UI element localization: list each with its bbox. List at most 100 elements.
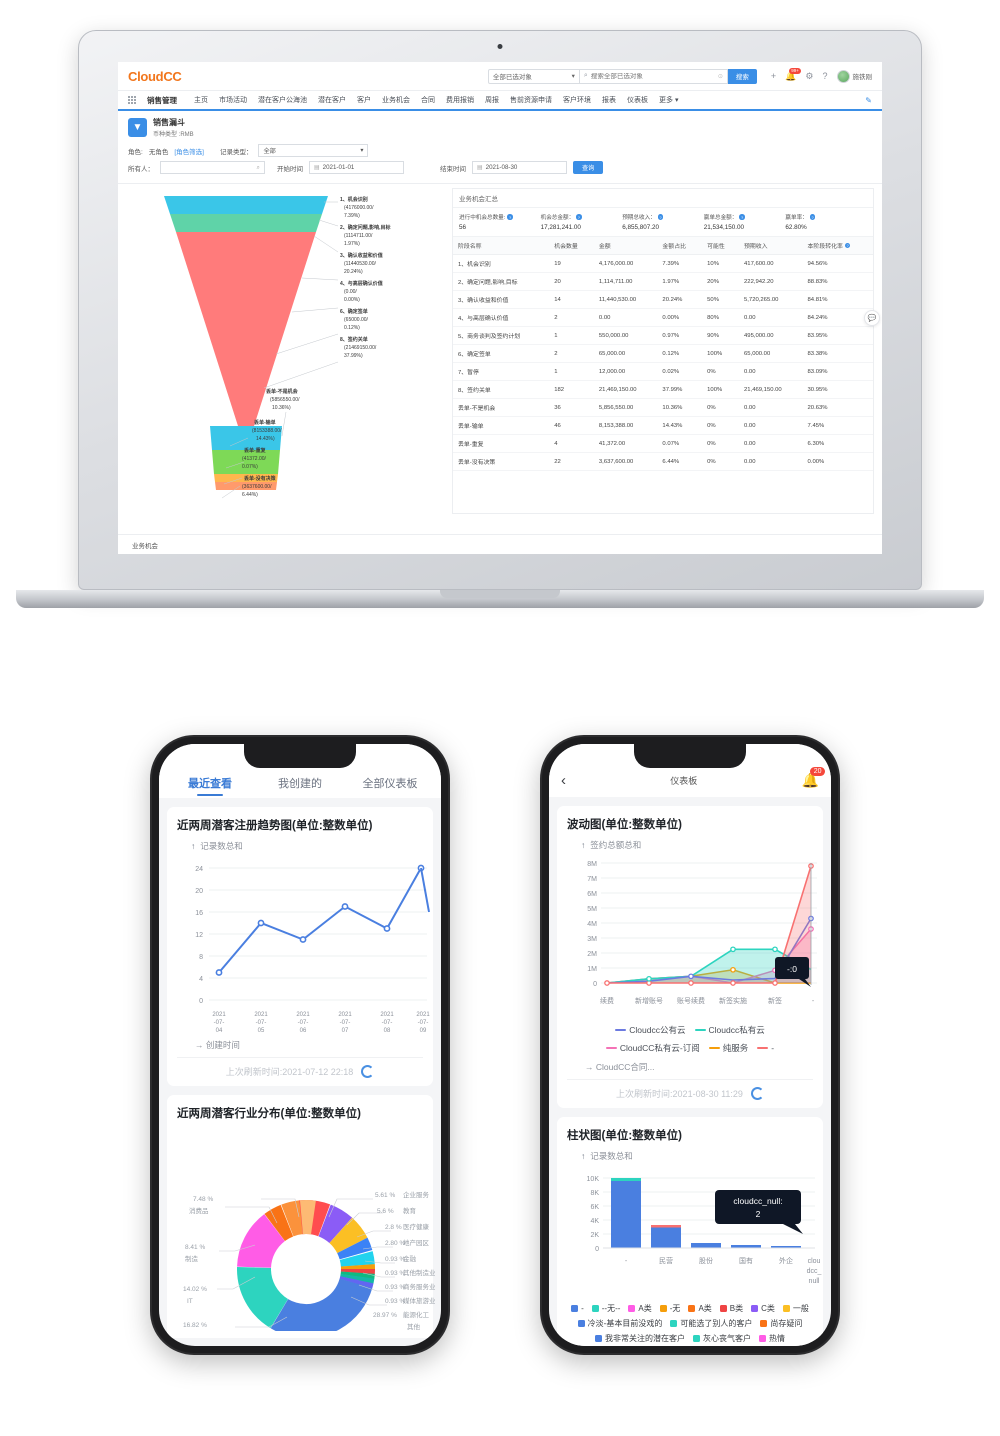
svg-text:-07-: -07-	[298, 1020, 309, 1026]
record-type-select[interactable]: 全部 ▾	[258, 144, 369, 157]
object-selector[interactable]: 全部已选对象 ▾	[487, 68, 580, 84]
clear-search-icon[interactable]: ⊙	[718, 73, 723, 80]
col-header-5[interactable]: 预期收入	[739, 237, 803, 255]
legend-item-2[interactable]: A类	[628, 1303, 652, 1314]
legend-item-12[interactable]: 灰心丧气客户	[693, 1333, 751, 1344]
card-wave-chart[interactable]: 波动图(单位:整数单位) ↑ 签约总额总和 8M 7M 6M 5M 4M 3M …	[557, 806, 823, 1108]
legend-item-8[interactable]: 冷淡-基本目前没戏的	[577, 1318, 662, 1329]
nav-item-7[interactable]: 费用报销	[446, 95, 474, 105]
help-icon[interactable]: ?	[507, 214, 513, 220]
nav-more[interactable]: 更多 ▾	[659, 95, 678, 105]
table-row[interactable]: 7、暂停 1 12,000.00 0.02% 0% 0.00 83.09%	[453, 362, 873, 381]
table-row[interactable]: 2、确定问题,影响,目标 20 1,114,711.00 1.97% 20% 222,94…	[453, 272, 873, 291]
funnel-label-2: 3、确认收益和价值 (11440530.00/ 20.24%)	[340, 252, 383, 275]
table-row[interactable]: 5、商务谈判及签约计划 1 550,000.00 0.97% 90% 495,000.00…	[453, 326, 873, 345]
col-header-0[interactable]: 阶段名称	[453, 237, 550, 255]
help-icon[interactable]: ?	[576, 214, 582, 220]
tab-all-dashboards[interactable]: 全部仪表板	[345, 770, 435, 798]
cloudcc-logo[interactable]: CloudCC	[128, 69, 182, 84]
nav-item-3[interactable]: 潜在客户	[318, 95, 346, 105]
table-row[interactable]: 4、与高层确认价值 2 0.00 0.00% 80% 0.00 84.24%	[453, 308, 873, 327]
nav-item-5[interactable]: 业务机会	[382, 95, 410, 105]
funnel-label-9: 丢单-没有决策 (3637600.00/ 6.44%)	[242, 475, 277, 498]
global-search[interactable]: ⌕ ⊙	[579, 68, 728, 84]
refresh-icon[interactable]	[750, 1087, 764, 1100]
app-launcher-icon[interactable]	[128, 96, 136, 104]
nav-item-8[interactable]: 周报	[485, 95, 499, 105]
legend-item-7[interactable]: 一般	[782, 1303, 809, 1314]
edit-pencil-icon[interactable]: ✎	[865, 96, 872, 105]
legend-item-13[interactable]: 热情	[759, 1333, 785, 1344]
tab-recent[interactable]: 最近查看	[165, 770, 255, 798]
chat-support-icon[interactable]: 💬	[864, 310, 880, 326]
nav-item-9[interactable]: 售前资源申请	[510, 95, 552, 105]
owner-input[interactable]: ⌕	[160, 161, 265, 174]
tab-created-by-me[interactable]: 我创建的	[255, 770, 345, 798]
nav-item-0[interactable]: 主页	[194, 95, 208, 105]
nav-item-12[interactable]: 仪表板	[627, 95, 648, 105]
nav-item-11[interactable]: 报表	[602, 95, 616, 105]
col-header-1[interactable]: 机会数量	[549, 237, 594, 255]
nav-item-10[interactable]: 客户环境	[563, 95, 591, 105]
svg-text:16.82 %: 16.82 %	[183, 1322, 207, 1329]
svg-text:1M: 1M	[587, 966, 597, 973]
refresh-icon[interactable]	[361, 1065, 375, 1078]
notifications-bell-icon[interactable]: 🔔 99+	[785, 67, 801, 82]
nav-module-title[interactable]: 销售管理	[147, 95, 177, 106]
legend-item-1[interactable]: Cloudcc私有云	[694, 1024, 765, 1036]
laptop-base-notch	[440, 590, 560, 598]
table-row[interactable]: 丢单-输单 46 8,153,388.00 14.43% 0% 0.00 7.45%	[453, 416, 873, 435]
card-bar-chart[interactable]: 柱状图(单位:整数单位) ↑ 记录数总和 10K 8K 6K 4K 2K 0 c…	[557, 1117, 823, 1346]
nav-item-1[interactable]: 市场活动	[219, 95, 247, 105]
legend-item-6[interactable]: C类	[751, 1303, 775, 1314]
table-row[interactable]: 3、确认收益和价值 14 11,440,530.00 20.24% 50% 5,720,2…	[453, 290, 873, 309]
end-date-input[interactable]: ▤ 2021-08-30	[472, 161, 567, 174]
help-icon[interactable]: ?	[657, 214, 664, 220]
nav-item-2[interactable]: 潜在客户公海池	[258, 95, 307, 105]
role-filter-link[interactable]: [角色筛选]	[174, 146, 204, 156]
legend-item-10[interactable]: 尚存疑问	[760, 1318, 802, 1329]
card-industry-distribution[interactable]: 近两周潜客行业分布(单位:整数单位) 7.48 % 消费品 5.61 % 企业服…	[167, 1095, 436, 1338]
help-icon[interactable]: ?	[844, 242, 851, 249]
help-icon[interactable]: ?	[822, 71, 827, 81]
legend-item-1[interactable]: --无--	[591, 1303, 620, 1314]
notifications-bell-icon[interactable]: 🔔 20	[802, 767, 825, 789]
col-header-2[interactable]: 金额	[593, 237, 658, 255]
table-row[interactable]: 丢单-没有决策 22 3,637,600.00 6.44% 0% 0.00 0.00%	[453, 452, 873, 471]
col-header-6[interactable]: 本阶段转化率?	[802, 237, 873, 255]
help-icon[interactable]: ?	[809, 214, 816, 220]
help-icon[interactable]: ?	[739, 214, 745, 220]
summary-metric-2: 预期总收入：? 6,855,807.20	[622, 213, 704, 231]
add-icon[interactable]: +	[771, 71, 776, 81]
legend-item-0[interactable]: Cloudcc公有云	[615, 1024, 686, 1036]
legend-item-3[interactable]: 纯服务	[708, 1042, 748, 1054]
col-header-3[interactable]: 金额占比	[657, 237, 703, 255]
start-date-input[interactable]: ▤ 2021-01-01	[309, 161, 404, 174]
legend-item-5[interactable]: B类	[719, 1303, 743, 1314]
query-button[interactable]: 查询	[573, 161, 604, 174]
search-button[interactable]: 搜索	[727, 68, 757, 84]
cell-r0-c4: 10%	[702, 254, 740, 273]
legend-item-9[interactable]: 可能选了别人的客户	[670, 1318, 752, 1329]
col-header-4[interactable]: 可能性	[702, 237, 740, 255]
table-row[interactable]: 1、机会识别 19 4,176,000.00 7.39% 10% 417,600.00 94…	[453, 254, 873, 273]
legend-item-3[interactable]: -无	[659, 1303, 680, 1314]
search-input[interactable]	[590, 72, 715, 80]
card-lead-trend[interactable]: 近两周潜客注册趋势图(单位:整数单位) ↑记录数总和 24 20 16 12	[167, 807, 433, 1086]
table-row[interactable]: 6、确定签单 2 65,000.00 0.12% 100% 65,000.00 83.38%	[453, 344, 873, 363]
legend-item-2[interactable]: CloudCC私有云-订阅	[605, 1042, 700, 1054]
table-row[interactable]: 8、签约关单 182 21,469,150.00 37.99% 100% 21,469,1…	[453, 380, 873, 399]
nav-item-6[interactable]: 合同	[421, 95, 435, 105]
legend-item-11[interactable]: 我非常关注的潜在客户	[595, 1333, 685, 1344]
user-menu[interactable]: 施铁刚	[836, 69, 872, 83]
cell-r3-c1: 2	[549, 308, 594, 327]
table-row[interactable]: 丢单-不是机会 36 5,856,550.00 10.36% 0% 0.00 20.63%	[453, 398, 873, 417]
area-chart-svg: 8M 7M 6M 5M 4M 3M 2M 1M 0 -:0 续费 新增账号 账号…	[587, 861, 817, 1005]
nav-item-4[interactable]: 客户	[357, 95, 371, 105]
gear-icon[interactable]: ⚙	[805, 71, 813, 82]
legend-item-4[interactable]: -	[757, 1042, 774, 1054]
table-row[interactable]: 丢单-重复 4 41,372.00 0.07% 0% 0.00 6.30%	[453, 434, 873, 453]
cell-r0-c1: 19	[549, 254, 594, 273]
legend-item-4[interactable]: A类	[688, 1303, 712, 1314]
legend-item-0[interactable]: -	[571, 1303, 584, 1314]
